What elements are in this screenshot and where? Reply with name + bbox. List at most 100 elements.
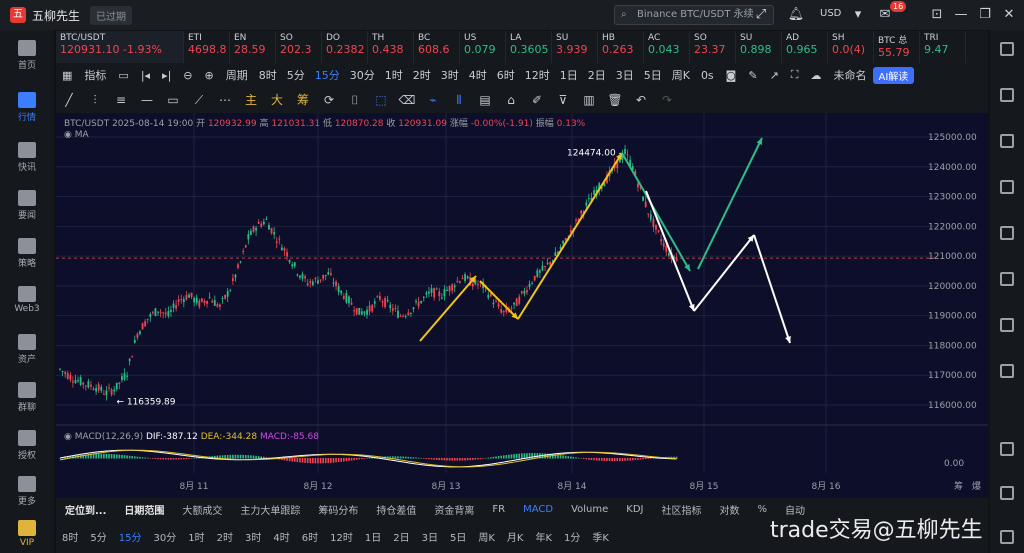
sidebar-item-authorize[interactable]: 授权 — [0, 430, 54, 461]
indicator-tab[interactable]: 资金背离 — [425, 502, 483, 517]
period-tab[interactable]: 月K — [501, 529, 530, 544]
period-option[interactable]: 4时 — [464, 67, 492, 83]
layers-icon[interactable]: ▥ — [576, 90, 602, 110]
ticker-tab[interactable]: LA 0.3605 — [506, 31, 552, 63]
ticker-tab[interactable]: SH 0.0(4) — [828, 31, 874, 63]
cloud-icon[interactable]: ☁ — [805, 69, 828, 82]
sidebar-item-assets[interactable]: 资产 — [0, 334, 54, 365]
period-tab[interactable]: 4时 — [267, 529, 295, 544]
sidebar-item-more[interactable]: 更多 — [0, 476, 54, 507]
period-tab[interactable]: 8时 — [56, 529, 84, 544]
document-icon[interactable] — [1000, 88, 1014, 102]
ticker-tab[interactable]: DO 0.2382 — [322, 31, 368, 63]
indicator-tab[interactable]: 持仓差值 — [367, 502, 425, 517]
indicator-tab[interactable]: Volume — [562, 504, 617, 515]
ticker-tab[interactable]: SU 0.898 — [736, 31, 782, 63]
list-icon[interactable] — [1000, 134, 1014, 148]
sidebar-item-home[interactable]: 首页 — [0, 40, 54, 71]
period-tab[interactable]: 周K — [472, 529, 501, 544]
ticker-tab[interactable]: EN 28.59 — [230, 31, 276, 63]
more-icon[interactable]: ⋯ — [212, 90, 238, 110]
ticker-tab[interactable]: US 0.079 — [460, 31, 506, 63]
ticker-tab[interactable]: BTC/USDT 120931.10 -1.93% — [56, 31, 184, 63]
sidebar-item-strategy[interactable]: 策略 — [0, 238, 54, 269]
indicator-tab[interactable]: MACD — [514, 504, 562, 515]
fullscreen-icon[interactable]: ⛶ — [785, 68, 805, 82]
eye-icon[interactable]: ◉ — [64, 432, 72, 442]
period-option[interactable]: 12时 — [520, 67, 555, 83]
period-tab[interactable]: 3日 — [416, 529, 444, 544]
period-option[interactable]: 周K — [667, 67, 695, 83]
period-tab[interactable]: 15分 — [113, 529, 148, 544]
period-tab[interactable]: 12时 — [324, 529, 359, 544]
sidebar-item-web3[interactable]: Web3 — [0, 286, 54, 314]
share-icon[interactable]: ↗ — [764, 69, 785, 82]
panel-icon[interactable] — [1000, 442, 1014, 456]
edit-icon[interactable]: ✎ — [742, 69, 763, 82]
calendar-icon[interactable]: ▭ — [112, 69, 134, 82]
ticker-tab[interactable]: AD 0.965 — [782, 31, 828, 63]
clipboard-icon[interactable]: ▤ — [472, 90, 498, 110]
filter-icon[interactable]: ⊽ — [550, 90, 576, 110]
trash-icon[interactable]: 🗑︎ — [602, 90, 628, 110]
period-tab[interactable]: 2时 — [211, 529, 239, 544]
close-icon[interactable]: ✕ — [1000, 6, 1018, 24]
camera-icon[interactable] — [1000, 530, 1014, 544]
analysis-icon[interactable] — [1000, 318, 1014, 332]
period-tab[interactable]: 6时 — [296, 529, 324, 544]
indicator-tab[interactable]: 定位到... — [56, 502, 115, 517]
ticker-tab[interactable]: BC 608.6 — [414, 31, 460, 63]
period-select[interactable]: 周期 — [220, 67, 254, 83]
sync-icon[interactable]: ⟳ — [316, 90, 342, 110]
lock-icon[interactable]: ⌂ — [498, 90, 524, 110]
search-input[interactable]: ⌕ Binance BTC/USDT 永续 — [614, 5, 774, 25]
restore-icon[interactable]: ❐ — [976, 6, 994, 24]
main-force-button[interactable]: 主 — [238, 90, 264, 110]
settings-icon[interactable] — [1000, 486, 1014, 500]
period-tab[interactable]: 季K — [586, 529, 615, 544]
ray-icon[interactable]: ⟋ — [186, 90, 212, 110]
minimize-icon[interactable]: — — [952, 6, 970, 24]
period-option[interactable]: 15分 — [310, 67, 345, 83]
layout-name[interactable]: 未命名 — [828, 67, 873, 83]
period-option[interactable]: 3时 — [436, 67, 464, 83]
indicator-tab[interactable]: 日期范围 — [115, 502, 173, 517]
ai-interpret-button[interactable]: AI解读 — [872, 66, 915, 84]
camera-icon[interactable]: ◙ — [720, 69, 743, 82]
parallel-lines-icon[interactable]: ≡ — [108, 90, 134, 110]
ticker-tab[interactable]: AC 0.043 — [644, 31, 690, 63]
sidebar-item-vip[interactable]: VIP — [0, 520, 54, 548]
period-tab[interactable]: 5分 — [84, 529, 112, 544]
trend-icon[interactable] — [1000, 180, 1014, 194]
period-option[interactable]: 5分 — [282, 67, 310, 83]
calendar-icon[interactable] — [1000, 272, 1014, 286]
chips-button[interactable]: 筹 — [290, 90, 316, 110]
ticker-tab[interactable]: HB 0.263 — [598, 31, 644, 63]
rectangle-icon[interactable]: ▭ — [160, 90, 186, 110]
ma-legend[interactable]: ◉ MA — [64, 130, 89, 140]
ticker-tab[interactable]: TH 0.438 — [368, 31, 414, 63]
ticker-tab[interactable]: TRI 9.47 — [920, 31, 966, 63]
brush-icon[interactable]: ✐ — [524, 90, 550, 110]
period-tab[interactable]: 2日 — [387, 529, 415, 544]
sidebar-item-news-flash[interactable]: 快讯 — [0, 142, 54, 173]
bars-icon[interactable]: ⫴ — [446, 90, 472, 110]
period-option[interactable]: 8时 — [254, 67, 282, 83]
period-tab[interactable]: 3时 — [239, 529, 267, 544]
step-forward-icon[interactable]: ▸| — [156, 69, 177, 82]
period-tab[interactable]: 1日 — [359, 529, 387, 544]
indicators-button[interactable]: 指标 — [78, 67, 112, 83]
eye-icon[interactable]: ◉ — [64, 130, 72, 140]
bracket-icon[interactable]: ⌷ — [342, 90, 368, 110]
period-tab[interactable]: 年K — [529, 529, 558, 544]
period-tab[interactable]: 1时 — [182, 529, 210, 544]
coin-icon[interactable] — [1000, 226, 1014, 240]
currency-select[interactable]: USD — [820, 8, 841, 19]
horizontal-ray-icon[interactable]: ⫶ — [82, 90, 108, 110]
sidebar-item-headlines[interactable]: 要闻 — [0, 190, 54, 221]
sidebar-item-market[interactable]: 行情 — [0, 92, 54, 123]
period-tab[interactable]: 1分 — [558, 529, 586, 544]
ticker-tab[interactable]: SO 202.3 — [276, 31, 322, 63]
ticker-tab[interactable]: SU 3.939 — [552, 31, 598, 63]
ticker-tab[interactable]: ETI 4698.8 — [184, 31, 230, 63]
